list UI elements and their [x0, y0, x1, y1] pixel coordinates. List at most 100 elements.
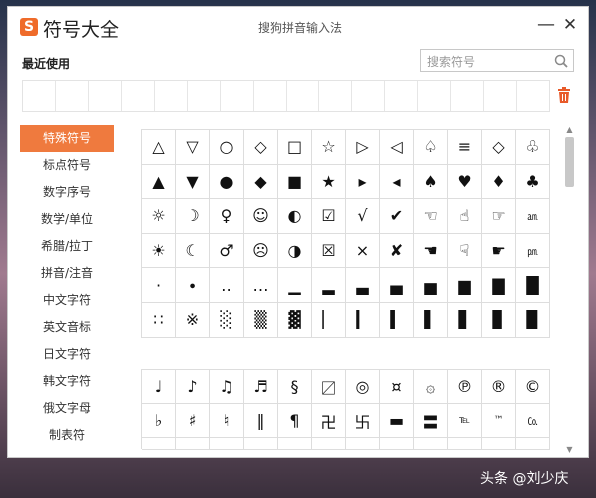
sidebar-item[interactable]: 韩文字符 — [20, 368, 114, 395]
symbol-cell[interactable]: § — [278, 370, 312, 404]
symbol-cell[interactable]: ☀ — [142, 233, 176, 269]
symbol-cell[interactable]: ‖ — [244, 404, 278, 438]
symbol-cell[interactable]: ▊ — [482, 302, 516, 338]
minimize-button[interactable]: — — [536, 15, 556, 35]
sidebar-item[interactable]: 英文音标 — [20, 314, 114, 341]
symbol-cell[interactable]: ™ — [482, 404, 516, 438]
symbol-cell[interactable] — [142, 438, 176, 450]
sidebar-item[interactable]: 日文字符 — [20, 341, 114, 368]
symbol-cell[interactable]: ▃ — [346, 268, 380, 303]
symbol-cell[interactable]: ✔ — [380, 199, 414, 234]
symbol-cell[interactable] — [482, 438, 516, 450]
close-button[interactable]: ✕ — [560, 15, 580, 35]
symbol-cell[interactable] — [346, 438, 380, 450]
symbol-cell[interactable]: ∙ — [176, 268, 210, 303]
symbol-cell[interactable]: █ — [516, 268, 550, 303]
symbol-cell[interactable]: ▍ — [380, 302, 414, 338]
recent-symbol-slot[interactable] — [56, 81, 89, 111]
symbol-cell[interactable]: ℗ — [448, 370, 482, 404]
scroll-down-icon[interactable]: ▼ — [564, 445, 575, 455]
symbol-cell[interactable]: ♣ — [516, 164, 550, 200]
symbol-cell[interactable]: ▄ — [380, 268, 414, 303]
symbol-cell[interactable] — [278, 438, 312, 450]
symbol-cell[interactable]: … — [244, 268, 278, 303]
symbol-cell[interactable]: ☑ — [312, 199, 346, 234]
symbol-cell[interactable]: ☾ — [176, 233, 210, 269]
recent-symbol-slot[interactable] — [451, 81, 485, 111]
vertical-scrollbar[interactable]: ▲ ▼ — [564, 125, 575, 455]
symbol-cell[interactable]: ▸ — [346, 164, 380, 200]
symbol-cell[interactable]: ▏ — [312, 302, 346, 338]
symbol-cell[interactable]: ♮ — [210, 404, 244, 438]
symbol-cell[interactable]: ◁ — [380, 130, 414, 165]
recent-symbol-slot[interactable] — [254, 81, 287, 111]
symbol-cell[interactable]: ☝ — [448, 199, 482, 234]
symbol-cell[interactable]: © — [516, 370, 550, 404]
search-input[interactable] — [425, 52, 551, 71]
sidebar-item[interactable]: 标点符号 — [20, 152, 114, 179]
symbol-cell[interactable]: ▼ — [176, 164, 210, 200]
symbol-cell[interactable]: ☟ — [448, 233, 482, 269]
recent-symbol-slot[interactable] — [517, 81, 549, 111]
symbol-cell[interactable]: ▂ — [312, 268, 346, 303]
symbol-cell[interactable]: ♧ — [516, 130, 550, 165]
symbol-cell[interactable]: ㏘ — [516, 233, 550, 269]
recent-symbol-slot[interactable] — [287, 81, 320, 111]
symbol-cell[interactable] — [176, 438, 210, 450]
symbol-cell[interactable]: ☚ — [414, 233, 448, 269]
sidebar-item[interactable]: 数字序号 — [20, 179, 114, 206]
symbol-cell[interactable]: ░ — [210, 302, 244, 338]
symbol-cell[interactable]: ▒ — [244, 302, 278, 338]
symbol-cell[interactable]: ◎ — [346, 370, 380, 404]
search-box[interactable] — [420, 49, 574, 72]
symbol-cell[interactable]: ♤ — [414, 130, 448, 165]
symbol-cell[interactable]: ▬ — [380, 404, 414, 438]
scroll-up-icon[interactable]: ▲ — [564, 125, 575, 135]
symbol-cell[interactable] — [244, 438, 278, 450]
trash-icon[interactable] — [557, 87, 571, 103]
symbol-cell[interactable]: ▉ — [516, 302, 550, 338]
symbol-cell[interactable]: ◆ — [244, 164, 278, 200]
recent-symbol-slot[interactable] — [188, 81, 221, 111]
symbol-cell[interactable]: 〓 — [414, 404, 448, 438]
symbol-cell[interactable]: ◑ — [278, 233, 312, 269]
search-icon[interactable] — [554, 54, 568, 68]
symbol-cell[interactable] — [380, 438, 414, 450]
recent-symbol-slot[interactable] — [221, 81, 254, 111]
symbol-cell[interactable]: √ — [346, 199, 380, 234]
symbol-cell[interactable]: · — [142, 268, 176, 303]
symbol-cell[interactable]: ¶ — [278, 404, 312, 438]
symbol-cell[interactable]: ☆ — [312, 130, 346, 165]
symbol-cell[interactable]: ☺ — [244, 199, 278, 234]
sidebar-item[interactable]: 特殊符号 — [20, 125, 114, 152]
symbol-cell[interactable]: ‥ — [210, 268, 244, 303]
symbol-cell[interactable]: ☒ — [312, 233, 346, 269]
symbol-cell[interactable]: ▷ — [346, 130, 380, 165]
symbol-cell[interactable]: ♦ — [482, 164, 516, 200]
symbol-cell[interactable]: ▎ — [346, 302, 380, 338]
symbol-cell[interactable]: ∷ — [142, 302, 176, 338]
symbol-cell[interactable]: ® — [482, 370, 516, 404]
symbol-cell[interactable]: △ — [142, 130, 176, 165]
symbol-cell[interactable]: ▓ — [278, 302, 312, 338]
symbol-cell[interactable]: ☽ — [176, 199, 210, 234]
recent-symbol-slot[interactable] — [23, 81, 56, 111]
symbol-cell[interactable] — [516, 438, 550, 450]
sidebar-item[interactable]: 拼音/注音 — [20, 260, 114, 287]
symbol-cell[interactable]: ☜ — [414, 199, 448, 234]
symbol-cell[interactable]: ▆ — [448, 268, 482, 303]
symbol-cell[interactable]: ♂ — [210, 233, 244, 269]
symbol-cell[interactable]: × — [346, 233, 380, 269]
symbol-cell[interactable]: 〼 — [312, 370, 346, 404]
symbol-cell[interactable]: ♥ — [448, 164, 482, 200]
recent-symbol-slot[interactable] — [352, 81, 386, 111]
recent-symbol-slot[interactable] — [418, 81, 452, 111]
symbol-cell[interactable]: ◇ — [244, 130, 278, 165]
symbol-cell[interactable]: ♪ — [176, 370, 210, 404]
sidebar-item[interactable]: 俄文字母 — [20, 395, 114, 422]
symbol-cell[interactable]: ◐ — [278, 199, 312, 234]
symbol-cell[interactable]: ◇ — [482, 130, 516, 165]
scroll-thumb[interactable] — [565, 137, 574, 187]
symbol-cell[interactable]: ☛ — [482, 233, 516, 269]
recent-symbol-slot[interactable] — [122, 81, 155, 111]
